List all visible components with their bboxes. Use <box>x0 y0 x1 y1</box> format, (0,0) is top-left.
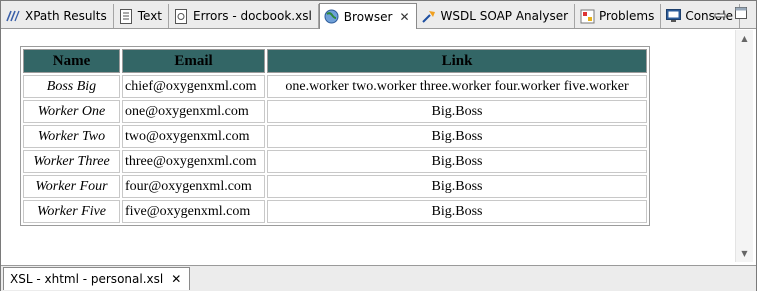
cell-name: Worker Five <box>23 200 120 223</box>
scroll-up-icon[interactable]: ▲ <box>736 30 753 47</box>
table-row: Worker Two two@oxygenxml.com Big.Boss <box>23 125 647 148</box>
column-header-name: Name <box>23 49 120 73</box>
cell-link: Big.Boss <box>267 200 647 223</box>
cell-link: one.worker two.worker three.worker four.… <box>267 75 647 98</box>
editor-tab-bar: XSL - xhtml - personal.xsl ✕ <box>1 265 756 291</box>
cell-name: Boss Big <box>23 75 120 98</box>
wsdl-icon <box>421 8 437 24</box>
close-icon[interactable]: ✕ <box>171 272 181 286</box>
cell-link: Big.Boss <box>267 125 647 148</box>
tab-label: Browser <box>343 9 393 24</box>
close-icon[interactable]: ✕ <box>399 10 409 24</box>
errors-icon <box>173 8 189 24</box>
problems-icon <box>579 8 595 24</box>
table-header-row: Name Email Link <box>23 49 647 73</box>
table-row: Boss Big chief@oxygenxml.com one.worker … <box>23 75 647 98</box>
cell-email: chief@oxygenxml.com <box>122 75 265 98</box>
tab-xpath-results[interactable]: XPath Results <box>1 4 114 28</box>
cell-email: five@oxygenxml.com <box>122 200 265 223</box>
table-row: Worker Five five@oxygenxml.com Big.Boss <box>23 200 647 223</box>
cell-name: Worker Two <box>23 125 120 148</box>
tab-label: XSL - xhtml - personal.xsl <box>10 272 164 286</box>
vertical-scrollbar[interactable]: ▲ ▼ <box>735 30 753 262</box>
scroll-down-icon[interactable]: ▼ <box>736 245 753 262</box>
cell-email: four@oxygenxml.com <box>122 175 265 198</box>
table-row: Worker Three three@oxygenxml.com Big.Bos… <box>23 150 647 173</box>
cell-name: Worker Four <box>23 175 120 198</box>
tab-wsdl-soap-analyser[interactable]: WSDL SOAP Analyser <box>417 4 576 28</box>
cell-email: two@oxygenxml.com <box>122 125 265 148</box>
window-controls <box>711 5 750 21</box>
cell-name: Worker One <box>23 100 120 123</box>
tab-label: Text <box>137 9 163 23</box>
cell-name: Worker Three <box>23 150 120 173</box>
tab-label: WSDL SOAP Analyser <box>440 9 569 23</box>
tab-text[interactable]: Text <box>114 4 170 28</box>
console-icon <box>665 8 681 24</box>
table-row: Worker One one@oxygenxml.com Big.Boss <box>23 100 647 123</box>
cell-email: one@oxygenxml.com <box>122 100 265 123</box>
tab-xsl-personal[interactable]: XSL - xhtml - personal.xsl ✕ <box>3 267 191 290</box>
xpath-icon <box>5 8 21 24</box>
browser-content: Name Email Link Boss Big chief@oxygenxml… <box>4 30 753 262</box>
browser-view-frame: XPath Results Text Errors - docbook.xsl … <box>0 0 757 291</box>
tab-label: XPath Results <box>25 9 107 23</box>
minimize-icon[interactable] <box>711 5 729 21</box>
text-doc-icon <box>118 8 134 24</box>
column-header-email: Email <box>122 49 265 73</box>
cell-link: Big.Boss <box>267 100 647 123</box>
cell-email: three@oxygenxml.com <box>122 150 265 173</box>
tab-label: Errors - docbook.xsl <box>193 9 312 23</box>
tab-problems[interactable]: Problems <box>575 4 662 28</box>
cell-link: Big.Boss <box>267 150 647 173</box>
cell-link: Big.Boss <box>267 175 647 198</box>
globe-icon <box>324 9 340 25</box>
tab-errors-docbook[interactable]: Errors - docbook.xsl <box>169 4 319 28</box>
view-tab-bar: XPath Results Text Errors - docbook.xsl … <box>1 1 756 29</box>
table-row: Worker Four four@oxygenxml.com Big.Boss <box>23 175 647 198</box>
column-header-link: Link <box>267 49 647 73</box>
personal-table: Name Email Link Boss Big chief@oxygenxml… <box>20 46 650 226</box>
tab-browser[interactable]: Browser ✕ <box>318 3 417 29</box>
maximize-icon[interactable] <box>732 5 750 21</box>
tab-label: Problems <box>599 9 655 23</box>
